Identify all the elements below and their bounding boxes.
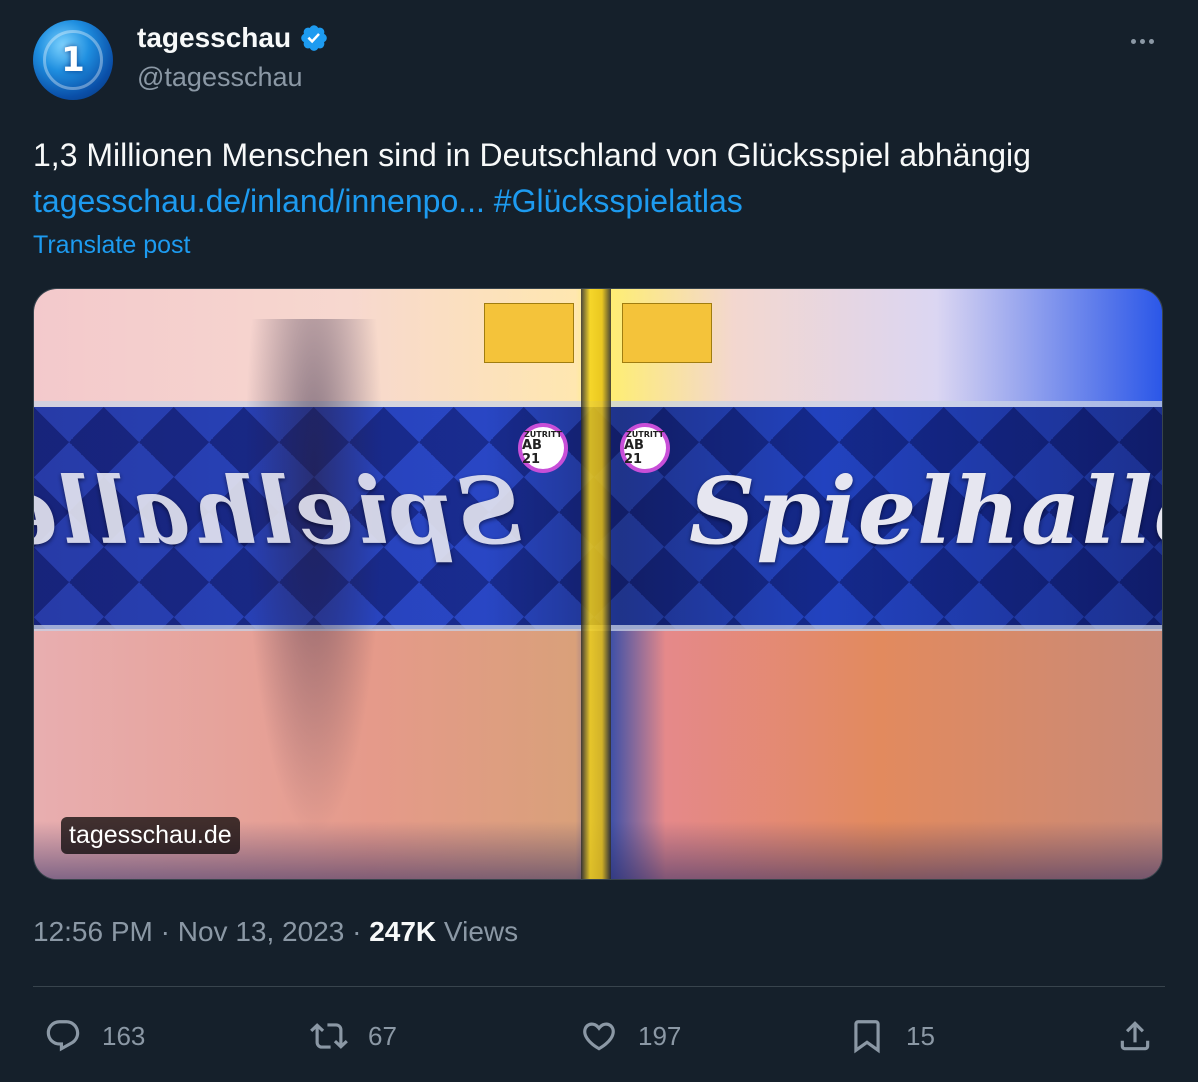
share-button[interactable] bbox=[1116, 1008, 1154, 1064]
post-meta: 12:56 PM · Nov 13, 2023 · 247K Views bbox=[33, 916, 518, 948]
bookmark-button[interactable]: 15 bbox=[848, 1008, 935, 1064]
media-age-badge: ZUTRITT AB 21 bbox=[518, 423, 568, 473]
meta-separator: · bbox=[152, 916, 178, 947]
post-media-image[interactable]: ZUTRITT AB 21 ZUTRITT AB 21 Spielhalle S… bbox=[33, 288, 1163, 880]
views-label: Views bbox=[436, 916, 519, 947]
avatar[interactable]: 1 bbox=[33, 20, 113, 100]
media-sign-mirrored: Spielhalle bbox=[33, 457, 522, 565]
post-time[interactable]: 12:56 PM bbox=[33, 916, 153, 947]
media-notice-sign bbox=[622, 303, 712, 363]
like-count: 197 bbox=[638, 1020, 682, 1051]
post-hashtag[interactable]: #Glücksspielatlas bbox=[494, 183, 743, 219]
author-display-name[interactable]: tagesschau bbox=[137, 22, 291, 54]
bookmark-count: 15 bbox=[906, 1020, 935, 1051]
like-button[interactable]: 197 bbox=[580, 1008, 681, 1064]
media-sign: Spielhalle bbox=[689, 457, 1163, 565]
more-icon[interactable] bbox=[1122, 26, 1162, 56]
avatar-logo-mark: 1 bbox=[61, 40, 85, 80]
repost-button[interactable]: 67 bbox=[310, 1008, 397, 1064]
media-source-watermark: tagesschau.de bbox=[61, 817, 240, 854]
action-bar: 163 67 197 15 bbox=[0, 1008, 1198, 1064]
heart-icon bbox=[583, 1022, 615, 1051]
author-handle[interactable]: @tagesschau bbox=[137, 62, 303, 93]
reply-icon bbox=[46, 1020, 80, 1052]
tweet: 1 tagesschau @tagesschau 1,3 Millionen M… bbox=[0, 0, 1198, 1082]
bookmark-icon bbox=[854, 1020, 880, 1054]
more-dot bbox=[1139, 38, 1145, 44]
post-body: 1,3 Millionen Menschen sind in Deutschla… bbox=[33, 137, 1031, 173]
post-date[interactable]: Nov 13, 2023 bbox=[178, 916, 345, 947]
reply-count: 163 bbox=[102, 1020, 146, 1051]
media-shadow-figure bbox=[244, 319, 384, 839]
reply-button[interactable]: 163 bbox=[44, 1008, 145, 1064]
media-notice-sign bbox=[484, 303, 574, 363]
meta-separator: · bbox=[344, 916, 370, 947]
repost-icon bbox=[310, 1023, 348, 1049]
share-icon bbox=[1120, 1021, 1150, 1051]
badge-line2: AB 21 bbox=[624, 437, 644, 467]
post-links-line: tagesschau.de/inland/innenpo... #Glückss… bbox=[33, 178, 1163, 224]
views-count[interactable]: 247K bbox=[369, 916, 436, 947]
more-dot bbox=[1130, 38, 1136, 44]
author-name-row: tagesschau bbox=[137, 22, 329, 54]
verified-badge-icon bbox=[301, 25, 327, 51]
divider bbox=[33, 986, 1165, 987]
badge-line2: AB 21 bbox=[522, 437, 542, 467]
post-text: 1,3 Millionen Menschen sind in Deutschla… bbox=[33, 132, 1163, 224]
repost-count: 67 bbox=[368, 1020, 397, 1051]
more-dot bbox=[1148, 38, 1154, 44]
media-door-divider bbox=[581, 289, 611, 879]
translate-post-link[interactable]: Translate post bbox=[33, 231, 190, 260]
post-link[interactable]: tagesschau.de/inland/innenpo... bbox=[33, 183, 485, 219]
media-age-badge: ZUTRITT AB 21 bbox=[620, 423, 670, 473]
